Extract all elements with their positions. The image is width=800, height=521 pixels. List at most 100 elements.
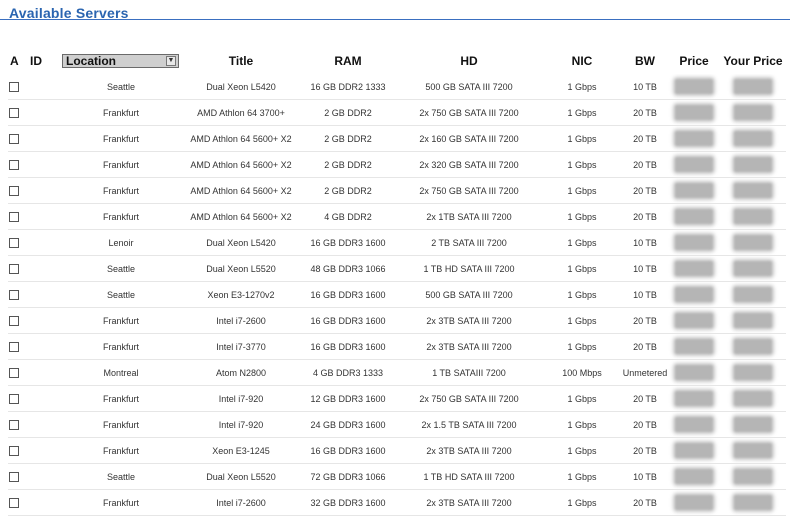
cell-title: AMD Athlon 64 5600+ X2 [182, 177, 300, 204]
cell-price [668, 281, 720, 308]
row-select-checkbox[interactable] [9, 289, 19, 300]
cell-bw: 20 TB [622, 307, 668, 334]
cell-price [668, 74, 720, 100]
cell-your-price [720, 281, 786, 308]
row-select-checkbox[interactable] [9, 315, 19, 326]
cell-bw: 10 TB [622, 255, 668, 282]
cell-location: Frankfurt [60, 151, 182, 178]
price-redacted [675, 339, 713, 354]
cell-hd: 2x 1.5 TB SATA III 7200 [396, 411, 542, 438]
select-cell [8, 151, 28, 178]
cell-id [28, 125, 60, 152]
cell-your-price [720, 177, 786, 204]
row-select-checkbox[interactable] [9, 419, 19, 430]
cell-title: Intel i7-920 [182, 411, 300, 438]
cell-id [28, 99, 60, 126]
price-redacted [675, 261, 713, 276]
cell-id [28, 74, 60, 100]
cell-your-price [720, 333, 786, 360]
cell-title: Atom N2800 [182, 359, 300, 386]
cell-nic: 1 Gbps [542, 151, 622, 178]
your-price-redacted [734, 209, 772, 224]
cell-bw: 10 TB [622, 463, 668, 490]
header-bw: BW [635, 54, 655, 68]
cell-hd: 2x 750 GB SATA III 7200 [396, 99, 542, 126]
cell-hd: 1 TB HD SATA III 7200 [396, 255, 542, 282]
cell-title: Dual Xeon L5520 [182, 463, 300, 490]
cell-hd: 2x 160 GB SATA III 7200 [396, 125, 542, 152]
row-select-checkbox[interactable] [9, 107, 19, 118]
your-price-redacted [734, 261, 772, 276]
cell-location: Seattle [60, 281, 182, 308]
header-hd: HD [460, 54, 478, 68]
cell-hd: 1 TB SATAIII 7200 [396, 359, 542, 386]
cell-title: Dual Xeon L5520 [182, 255, 300, 282]
table-row: Frankfurt AMD Athlon 64 3700+ 2 GB DDR2 2x … [8, 99, 786, 126]
your-price-redacted [734, 287, 772, 302]
your-price-redacted [734, 365, 772, 380]
cell-price [668, 125, 720, 152]
cell-title: Xeon E3-1245 [182, 437, 300, 464]
table-row: Frankfurt AMD Athlon 64 5600+ X2 2 GB DDR2… [8, 125, 786, 152]
price-redacted [675, 469, 713, 484]
cell-price [668, 437, 720, 464]
cell-title: Intel i7-2600 [182, 307, 300, 334]
row-select-checkbox[interactable] [9, 471, 19, 482]
cell-ram: 2 GB DDR2 [300, 151, 396, 178]
cell-id [28, 151, 60, 178]
cell-title: Intel i7-2600 [182, 489, 300, 516]
cell-nic: 1 Gbps [542, 177, 622, 204]
header-a: A [10, 54, 19, 68]
cell-ram: 16 GB DDR2 1333 [300, 74, 396, 100]
your-price-redacted [734, 157, 772, 172]
row-select-checkbox[interactable] [9, 445, 19, 456]
select-cell [8, 489, 28, 516]
cell-hd: 500 GB SATA III 7200 [396, 74, 542, 100]
table-row: Seattle Dual Xeon L5520 48 GB DDR3 1066 1 T… [8, 255, 786, 282]
cell-nic: 1 Gbps [542, 229, 622, 256]
table-row: Frankfurt Intel i7-920 12 GB DDR3 1600 2x 7… [8, 385, 786, 412]
row-select-checkbox[interactable] [9, 367, 19, 378]
your-price-redacted [734, 443, 772, 458]
cell-nic: 1 Gbps [542, 411, 622, 438]
cell-nic: 1 Gbps [542, 307, 622, 334]
cell-id [28, 359, 60, 386]
cell-location: Seattle [60, 74, 182, 100]
cell-price [668, 463, 720, 490]
row-select-checkbox[interactable] [9, 263, 19, 274]
row-select-checkbox[interactable] [9, 81, 19, 92]
cell-location: Frankfurt [60, 333, 182, 360]
row-select-checkbox[interactable] [9, 133, 19, 144]
row-select-checkbox[interactable] [9, 237, 19, 248]
cell-ram: 32 GB DDR3 1600 [300, 489, 396, 516]
table-row: Frankfurt AMD Athlon 64 5600+ X2 4 GB DDR2… [8, 203, 786, 230]
table-row: Lenoir Dual Xeon L5420 16 GB DDR3 1600 2 TB… [8, 229, 786, 256]
row-select-checkbox[interactable] [9, 185, 19, 196]
price-redacted [675, 495, 713, 510]
cell-id [28, 255, 60, 282]
cell-location: Frankfurt [60, 385, 182, 412]
cell-location: Frankfurt [60, 203, 182, 230]
cell-nic: 1 Gbps [542, 437, 622, 464]
select-cell [8, 307, 28, 334]
price-redacted [675, 79, 713, 94]
cell-ram: 24 GB DDR3 1600 [300, 411, 396, 438]
price-redacted [675, 105, 713, 120]
cell-ram: 2 GB DDR2 [300, 177, 396, 204]
select-cell [8, 385, 28, 412]
row-select-checkbox[interactable] [9, 341, 19, 352]
cell-your-price [720, 74, 786, 100]
row-select-checkbox[interactable] [9, 211, 19, 222]
cell-your-price [720, 229, 786, 256]
row-select-checkbox[interactable] [9, 393, 19, 404]
cell-price [668, 359, 720, 386]
table-row: Frankfurt AMD Athlon 64 5600+ X2 2 GB DDR2… [8, 151, 786, 178]
price-redacted [675, 183, 713, 198]
row-select-checkbox[interactable] [9, 497, 19, 508]
your-price-redacted [734, 131, 772, 146]
cell-title: AMD Athlon 64 5600+ X2 [182, 203, 300, 230]
location-filter-select[interactable]: Location ▼ [62, 54, 179, 68]
table-row: Frankfurt Xeon E3-1245 16 GB DDR3 1600 2x 3… [8, 437, 786, 464]
your-price-redacted [734, 339, 772, 354]
row-select-checkbox[interactable] [9, 159, 19, 170]
